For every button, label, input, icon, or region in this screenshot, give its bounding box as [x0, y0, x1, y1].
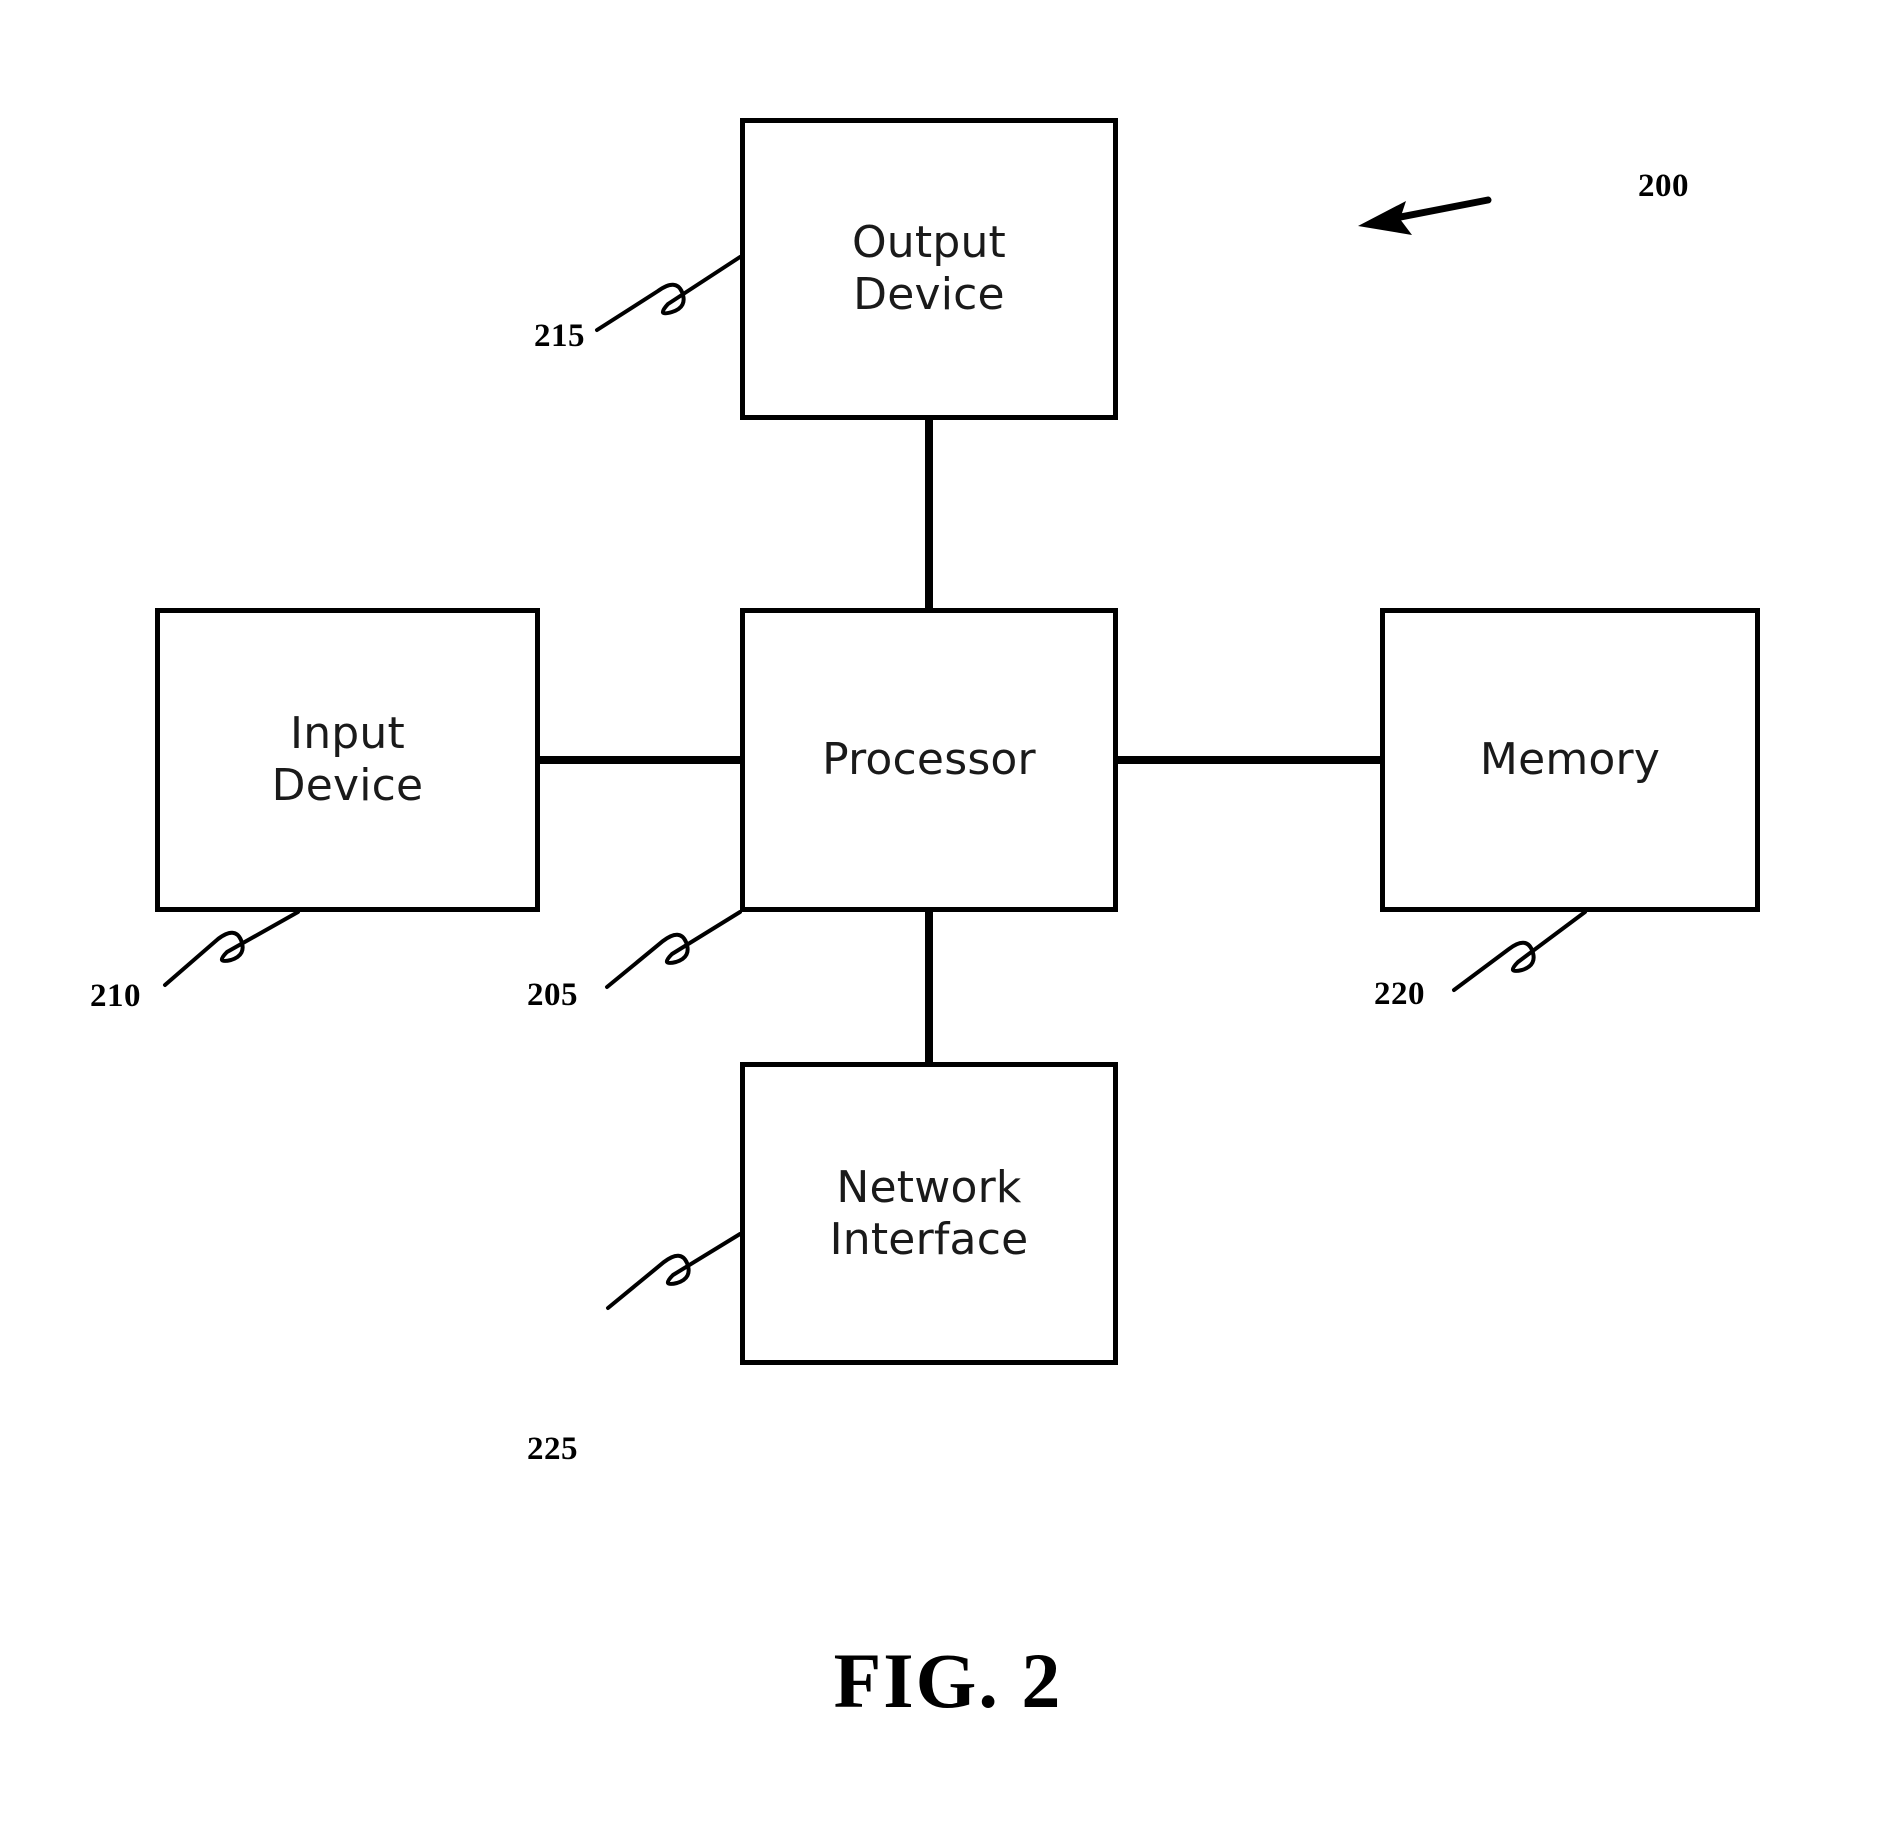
figure-caption: FIG. 2 [833, 1637, 1063, 1724]
block-processor: Processor [740, 608, 1118, 912]
leader-line-210 [163, 910, 300, 987]
system-arrow-200-icon [1358, 196, 1492, 235]
connector-processor-to-output-device [925, 418, 933, 612]
block-processor-label: Processor [822, 734, 1036, 786]
block-network-interface: Network Interface [740, 1062, 1118, 1365]
leader-line-225 [606, 1232, 742, 1310]
block-memory: Memory [1380, 608, 1760, 912]
leader-line-215 [595, 255, 742, 332]
connector-processor-to-memory [1114, 756, 1384, 764]
leader-line-205 [605, 910, 742, 989]
reference-numeral-215: 215 [534, 318, 585, 354]
reference-numeral-205: 205 [527, 977, 578, 1013]
block-memory-label: Memory [1479, 734, 1661, 786]
reference-numeral-200: 200 [1638, 168, 1689, 204]
block-output-device-label: Output Device [851, 217, 1007, 320]
reference-numeral-220: 220 [1374, 976, 1425, 1012]
connector-input-device-to-processor [536, 756, 744, 764]
leader-line-220 [1452, 910, 1587, 992]
block-input-device-label: Input Device [271, 708, 424, 811]
reference-numeral-210: 210 [90, 978, 141, 1014]
reference-numeral-225: 225 [527, 1431, 578, 1467]
connector-processor-to-network-interface [925, 908, 933, 1066]
block-output-device: Output Device [740, 118, 1118, 420]
block-input-device: Input Device [155, 608, 540, 912]
patent-figure-canvas: Output Device Input Device Processor Mem… [0, 0, 1896, 1823]
block-network-interface-label: Network Interface [829, 1161, 1029, 1265]
